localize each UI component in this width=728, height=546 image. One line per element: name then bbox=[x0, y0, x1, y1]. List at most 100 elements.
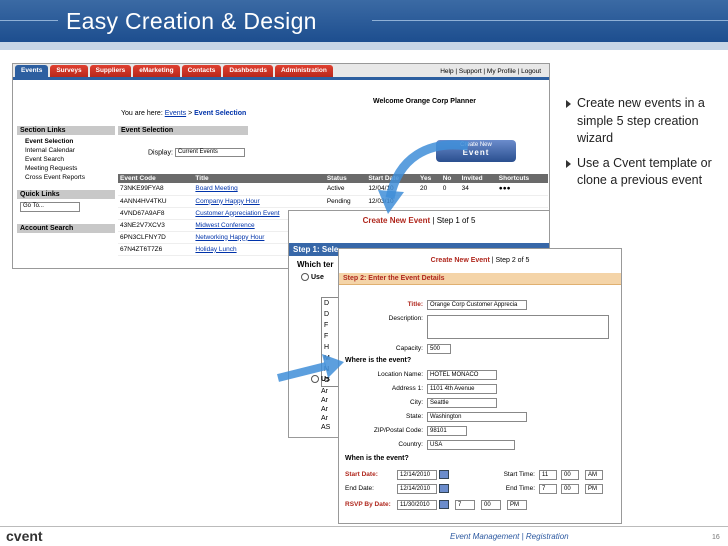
city-label: City: bbox=[410, 399, 423, 406]
description-label: Description: bbox=[388, 315, 423, 322]
end-date-field[interactable]: 12/14/2010 bbox=[397, 484, 437, 494]
start-hour-select[interactable]: 11 bbox=[539, 470, 557, 480]
end-date-label: End Date: bbox=[345, 485, 374, 492]
end-minute-select[interactable]: 00 bbox=[561, 484, 579, 494]
col-event-code[interactable]: Event Code bbox=[118, 174, 194, 183]
cvent-logo: cvent bbox=[6, 528, 43, 544]
bullet-text: Create new events in a simple 5 step cre… bbox=[577, 96, 705, 145]
slide-footer bbox=[0, 526, 728, 546]
location-field[interactable]: HOTEL MONACO bbox=[427, 370, 497, 380]
end-ampm-select[interactable]: PM bbox=[585, 484, 603, 494]
calendar-icon[interactable] bbox=[439, 500, 449, 509]
event-code: 4ANN4HV4TKU bbox=[118, 195, 194, 208]
event-code: 4VND67A9AF8 bbox=[118, 207, 194, 220]
list-item[interactable]: Ar bbox=[321, 396, 330, 405]
zip-field[interactable]: 98101 bbox=[427, 426, 467, 436]
clone-listbox[interactable]: Ar Ar Ar Ar AS bbox=[321, 387, 330, 432]
list-item[interactable]: Ar bbox=[321, 405, 330, 414]
tab-surveys[interactable]: Surveys bbox=[50, 65, 88, 77]
start-minute-select[interactable]: 00 bbox=[561, 470, 579, 480]
zip-label: ZIP/Postal Code: bbox=[373, 427, 423, 434]
col-status[interactable]: Status bbox=[324, 174, 367, 183]
title-field[interactable]: Orange Corp Customer Apprecia bbox=[427, 300, 527, 310]
radio-icon[interactable] bbox=[301, 273, 309, 281]
state-select[interactable]: Washington bbox=[427, 412, 527, 422]
rsvp-ampm-select[interactable]: PM bbox=[507, 500, 527, 510]
event-code: 73NKE99FYA8 bbox=[118, 183, 194, 196]
sidebar-item-meeting-requests[interactable]: Meeting Requests bbox=[17, 164, 115, 173]
event-code: 67N4ZT6T7Z6 bbox=[118, 243, 194, 256]
footer-text: Event Management | Registration bbox=[450, 532, 569, 541]
event-status: Active bbox=[324, 183, 367, 196]
tab-administration[interactable]: Administration bbox=[274, 65, 333, 77]
tab-contacts[interactable]: Contacts bbox=[181, 65, 222, 77]
calendar-icon[interactable] bbox=[439, 484, 449, 493]
welcome-label: Welcome Orange Corp Planner bbox=[373, 98, 476, 105]
rsvp-minute-select[interactable]: 00 bbox=[481, 500, 501, 510]
end-time-label: End Time: bbox=[505, 485, 535, 492]
events-table-header: Event Code Title Status Start Date Yes N… bbox=[118, 174, 548, 183]
quick-links-title: Quick Links bbox=[17, 190, 115, 199]
step1-option-label: Use bbox=[311, 273, 324, 281]
sidebar-item-internal-calendar[interactable]: Internal Calendar bbox=[17, 146, 115, 155]
start-date-field[interactable]: 12/14/2010 bbox=[397, 470, 437, 480]
event-code: 43NE2V7XCV3 bbox=[118, 219, 194, 232]
list-item[interactable]: Ar bbox=[321, 414, 330, 423]
goto-select[interactable]: Go To... bbox=[20, 202, 80, 212]
event-title-link[interactable]: Company Happy Hour bbox=[193, 195, 325, 208]
display-label: Display: bbox=[148, 149, 173, 157]
sidebar: Section Links Event Selection Internal C… bbox=[17, 126, 115, 235]
title-label: Title: bbox=[339, 301, 423, 308]
address-field[interactable]: 1101 4th Avenue bbox=[427, 384, 497, 394]
start-date-label: Start Date: bbox=[345, 471, 378, 478]
calendar-icon[interactable] bbox=[439, 470, 449, 479]
bullet-text: Use a Cvent template or clone a previous… bbox=[577, 155, 712, 188]
welcome-text: Welcome Orange Corp Planner bbox=[373, 98, 476, 105]
state-label: State: bbox=[406, 413, 423, 420]
tab-emarketing[interactable]: eMarketing bbox=[133, 65, 180, 77]
start-ampm-select[interactable]: AM bbox=[585, 470, 603, 480]
table-row: 4ANN4HV4TKU Company Happy Hour Pending 12/0… bbox=[118, 195, 548, 208]
step2-screen: Create New Event | Step 2 of 5 Step 2: E… bbox=[338, 248, 622, 524]
bullet-item: Use a Cvent template or clone a previous… bbox=[566, 155, 726, 190]
breadcrumb-current: Event Selection bbox=[194, 110, 247, 117]
list-item[interactable]: AS bbox=[321, 423, 330, 432]
col-shortcuts: Shortcuts bbox=[496, 174, 548, 183]
sidebar-item-event-selection[interactable]: Event Selection bbox=[17, 137, 115, 146]
display-filter: Display: Current Events bbox=[148, 148, 245, 157]
slide-title: Easy Creation & Design bbox=[66, 8, 317, 34]
tab-events[interactable]: Events bbox=[15, 65, 49, 77]
capacity-field[interactable]: 500 bbox=[427, 344, 451, 354]
list-item[interactable]: Ar bbox=[321, 387, 330, 396]
tab-suppliers[interactable]: Suppliers bbox=[89, 65, 132, 77]
step2-step-count: Step 2 of 5 bbox=[495, 257, 530, 264]
city-field[interactable]: Seattle bbox=[427, 398, 497, 408]
where-heading: Where is the event? bbox=[345, 357, 412, 364]
breadcrumb-events-link[interactable]: Events bbox=[165, 110, 186, 117]
event-selection-panel: Event Selection Display: Current Events … bbox=[118, 126, 548, 256]
end-hour-select[interactable]: 7 bbox=[539, 484, 557, 494]
section-links-title: Section Links bbox=[17, 126, 115, 135]
event-title-link[interactable]: Board Meeting bbox=[193, 183, 325, 196]
sidebar-item-event-search[interactable]: Event Search bbox=[17, 155, 115, 164]
breadcrumb-prefix: You are here: bbox=[121, 110, 163, 117]
description-field[interactable] bbox=[427, 315, 609, 339]
breadcrumb: You are here: Events > Event Selection bbox=[121, 110, 246, 117]
header-rule bbox=[372, 20, 728, 21]
tab-dashboards[interactable]: Dashboards bbox=[223, 65, 273, 77]
top-links[interactable]: Help | Support | My Profile | Logout bbox=[440, 68, 541, 75]
col-title[interactable]: Title bbox=[193, 174, 325, 183]
shortcut-icons[interactable] bbox=[496, 195, 548, 208]
country-label: Country: bbox=[398, 441, 423, 448]
table-row: 73NKE99FYA8 Board Meeting Active 12/04/10 20… bbox=[118, 183, 548, 196]
country-select[interactable]: USA bbox=[427, 440, 515, 450]
shortcut-icons[interactable]: ●●● bbox=[496, 183, 548, 196]
display-select[interactable]: Current Events bbox=[174, 148, 245, 157]
location-label: Location Name: bbox=[377, 371, 423, 378]
step2-bar: Step 2: Enter the Event Details bbox=[339, 273, 621, 285]
rsvp-date-field[interactable]: 11/30/2010 bbox=[397, 500, 437, 510]
step2-header: Create New Event | Step 2 of 5 bbox=[430, 257, 530, 264]
when-heading: When is the event? bbox=[345, 455, 409, 462]
sidebar-item-cross-event-reports[interactable]: Cross Event Reports bbox=[17, 173, 115, 182]
rsvp-hour-select[interactable]: 7 bbox=[455, 500, 475, 510]
